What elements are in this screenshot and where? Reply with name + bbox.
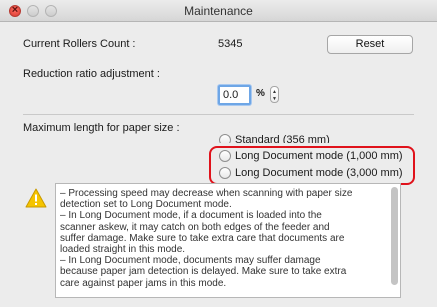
- notice-line: detection set to Long Document mode.: [60, 199, 232, 211]
- notice-line: suffer damage. Make sure to take extra c…: [60, 232, 345, 244]
- notice-line: care against paper jams in this mode.: [60, 277, 227, 289]
- rollers-count-value: 5345: [218, 38, 243, 50]
- maintenance-window: Maintenance Current Rollers Count : 5345…: [0, 0, 437, 307]
- notice-line: scanner askew, it may catch on both edge…: [60, 221, 330, 233]
- warning-icon: [25, 188, 47, 208]
- stepper-up-icon[interactable]: ▲: [271, 89, 278, 95]
- notice-line: – In Long Document mode, if a document i…: [60, 210, 322, 222]
- radio-standard-button[interactable]: [219, 134, 231, 143]
- section-divider: [23, 114, 414, 115]
- stepper-down-icon[interactable]: ▼: [271, 96, 278, 102]
- notice-line: – In Long Document mode, documents may s…: [60, 255, 321, 267]
- notice-text: – Processing speed may decrease when sca…: [60, 188, 388, 289]
- rollers-count-label: Current Rollers Count :: [23, 38, 136, 50]
- title-bar: Maintenance: [0, 0, 437, 22]
- radio-standard[interactable]: Standard (356 mm): [219, 134, 330, 143]
- reset-button[interactable]: Reset: [327, 35, 413, 54]
- reduction-ratio-input[interactable]: 0.0: [218, 85, 251, 105]
- radio-standard-label: Standard (356 mm): [235, 134, 330, 143]
- notice-line: because paper jam detection is delayed. …: [60, 266, 347, 278]
- notice-scrollbar[interactable]: [391, 187, 398, 285]
- percent-unit-label: %: [256, 88, 265, 99]
- notice-textarea[interactable]: – Processing speed may decrease when sca…: [55, 183, 401, 298]
- window-title: Maintenance: [184, 4, 253, 18]
- highlight-annotation: [209, 146, 415, 185]
- max-paper-length-label: Maximum length for paper size :: [23, 122, 180, 134]
- notice-line: – Processing speed may decrease when sca…: [60, 188, 353, 199]
- reduction-ratio-stepper[interactable]: ▲ ▼: [270, 86, 279, 103]
- reduction-ratio-label: Reduction ratio adjustment :: [23, 68, 160, 80]
- notice-line: loaded straight in this mode.: [60, 244, 186, 256]
